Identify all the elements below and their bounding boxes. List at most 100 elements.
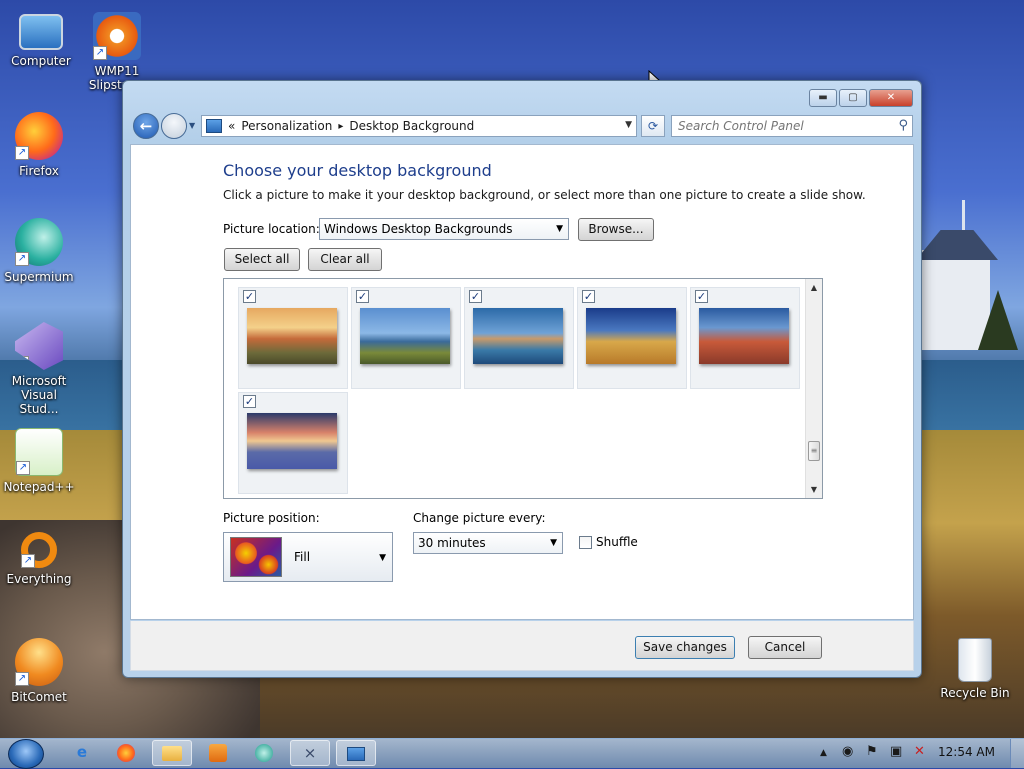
- thumbnail-checkbox[interactable]: ✓: [695, 290, 708, 303]
- shuffle-checkbox[interactable]: [579, 535, 592, 549]
- back-button[interactable]: ←: [133, 113, 159, 139]
- position-preview-image: [230, 537, 282, 577]
- thumbnail-image: [247, 413, 337, 469]
- action-center-flag-icon[interactable]: ⚑: [866, 744, 878, 759]
- picture-location-label: Picture location:: [223, 222, 320, 236]
- wallpaper-thumbnail[interactable]: ✓: [238, 287, 348, 389]
- thumbnail-checkbox[interactable]: ✓: [243, 290, 256, 303]
- chevron-down-icon: ▼: [556, 224, 563, 234]
- desktop-icon-bitcomet[interactable]: ↗ BitComet: [0, 638, 78, 704]
- browse-button[interactable]: Browse...: [578, 218, 654, 241]
- forward-button[interactable]: [161, 113, 187, 139]
- show-desktop-button[interactable]: [1010, 739, 1024, 768]
- minimize-button[interactable]: ▬: [809, 89, 837, 107]
- folder-icon: [162, 746, 182, 761]
- thumbnail-image: [247, 308, 337, 364]
- taskbar-firefox[interactable]: [106, 740, 146, 766]
- start-button[interactable]: [8, 739, 44, 769]
- taskbar-explorer[interactable]: [152, 740, 192, 766]
- address-bar[interactable]: « Personalization ▸ Desktop Background ▼: [201, 115, 637, 137]
- thumbnail-checkbox[interactable]: ✓: [243, 395, 256, 408]
- desktop-icon-label: Computer: [11, 54, 71, 68]
- breadcrumb-personalization[interactable]: Personalization: [241, 119, 332, 133]
- security-shield-icon[interactable]: ◉: [842, 744, 853, 759]
- page-title: Choose your desktop background: [223, 161, 492, 180]
- picture-location-value: Windows Desktop Backgrounds: [324, 222, 513, 236]
- navigation-bar: ← ▼ « Personalization ▸ Desktop Backgrou…: [131, 111, 913, 141]
- wallpaper-thumbnail[interactable]: ✓: [690, 287, 800, 389]
- taskbar-internet-explorer[interactable]: e: [62, 740, 102, 766]
- picture-position-value: Fill: [294, 550, 311, 564]
- taskbar-app[interactable]: ⨯: [290, 740, 330, 766]
- taskbar-media-player[interactable]: [198, 740, 238, 766]
- shuffle-label: Shuffle: [596, 535, 638, 549]
- desktop-icon-recycle-bin[interactable]: Recycle Bin: [936, 638, 1014, 700]
- wallpaper-thumbnail[interactable]: ✓: [351, 287, 461, 389]
- wallpaper-thumbnail[interactable]: ✓: [464, 287, 574, 389]
- show-hidden-icons[interactable]: ▲: [820, 748, 827, 758]
- search-icon[interactable]: ⚲: [898, 118, 908, 133]
- thumbnail-image: [360, 308, 450, 364]
- app-icon: ⨯: [303, 744, 317, 762]
- change-interval-select[interactable]: 30 minutes ▼: [413, 532, 563, 554]
- media-player-icon: [209, 744, 227, 762]
- thumbnail-image: [586, 308, 676, 364]
- scrollbar-thumb[interactable]: ≡: [808, 441, 820, 461]
- breadcrumb-desktop-background[interactable]: Desktop Background: [349, 119, 474, 133]
- dialog-footer: Save changes Cancel: [130, 621, 914, 671]
- desktop-icon-notepadpp[interactable]: ↗ Notepad++: [0, 428, 78, 494]
- recent-pages-dropdown[interactable]: ▼: [189, 121, 195, 130]
- thumbnail-checkbox[interactable]: ✓: [582, 290, 595, 303]
- shuffle-option[interactable]: Shuffle: [579, 535, 638, 549]
- breadcrumb-overflow[interactable]: «: [228, 119, 235, 133]
- desktop-background-window: ▬ ▢ ✕ ← ▼ « Personalization ▸ Desktop Ba…: [122, 80, 922, 678]
- desktop-icon-label: Supermium: [4, 270, 74, 284]
- picture-position-label: Picture position:: [223, 511, 320, 525]
- search-box: ⚲: [671, 115, 913, 137]
- thumbnail-image: [699, 308, 789, 364]
- chevron-down-icon[interactable]: ▼: [625, 120, 632, 130]
- network-icon[interactable]: ▣: [890, 744, 902, 759]
- desktop-icon-label: Microsoft Visual Stud...: [11, 374, 67, 416]
- scroll-down-icon[interactable]: ▼: [806, 481, 822, 498]
- select-all-button[interactable]: Select all: [224, 248, 300, 271]
- control-panel-icon: [347, 747, 365, 761]
- cancel-button[interactable]: Cancel: [748, 636, 822, 659]
- desktop-icon-label: BitComet: [11, 690, 67, 704]
- supermium-icon: ↗: [15, 218, 63, 266]
- desktop-icon-label: Firefox: [19, 164, 59, 178]
- taskbar-control-panel[interactable]: [336, 740, 376, 766]
- refresh-button[interactable]: ⟳: [641, 115, 665, 137]
- desktop-icon-everything[interactable]: ↗ Everything: [0, 532, 78, 586]
- close-button[interactable]: ✕: [869, 89, 913, 107]
- save-changes-button[interactable]: Save changes: [635, 636, 735, 659]
- clear-all-button[interactable]: Clear all: [308, 248, 382, 271]
- chevron-down-icon: ▼: [550, 538, 557, 548]
- change-interval-label: Change picture every:: [413, 511, 546, 525]
- desktop-icon-computer[interactable]: Computer: [2, 10, 80, 68]
- caption-buttons: ▬ ▢ ✕: [809, 89, 913, 107]
- picture-location-select[interactable]: Windows Desktop Backgrounds ▼: [319, 218, 569, 240]
- thumbnail-checkbox[interactable]: ✓: [469, 290, 482, 303]
- control-panel-icon: [206, 119, 222, 133]
- firefox-icon: ↗: [15, 112, 63, 160]
- picture-position-select[interactable]: Fill ▼: [223, 532, 393, 582]
- desktop-icon-firefox[interactable]: ↗ Firefox: [0, 112, 78, 178]
- thumbnail-checkbox[interactable]: ✓: [356, 290, 369, 303]
- gallery-scrollbar[interactable]: ▲ ≡ ▼: [805, 279, 822, 498]
- desktop-icon-label: Everything: [6, 572, 72, 586]
- taskbar-supermium[interactable]: [244, 740, 284, 766]
- maximize-button[interactable]: ▢: [839, 89, 867, 107]
- wallpaper-thumbnail[interactable]: ✓: [238, 392, 348, 494]
- supermium-icon: [255, 744, 273, 762]
- search-input[interactable]: [672, 116, 882, 136]
- desktop-icon-visual-studio[interactable]: ↗ Microsoft Visual Stud...: [0, 322, 78, 416]
- wallpaper-thumbnail[interactable]: ✓: [577, 287, 687, 389]
- volume-muted-icon[interactable]: ✕: [914, 744, 925, 759]
- desktop-icon-supermium[interactable]: ↗ Supermium: [0, 218, 78, 284]
- desktop-icon-label: Recycle Bin: [940, 686, 1010, 700]
- scroll-up-icon[interactable]: ▲: [806, 279, 822, 296]
- breadcrumb-separator[interactable]: ▸: [338, 121, 343, 132]
- refresh-icon: ⟳: [647, 119, 659, 133]
- taskbar-clock[interactable]: 12:54 AM: [938, 745, 995, 759]
